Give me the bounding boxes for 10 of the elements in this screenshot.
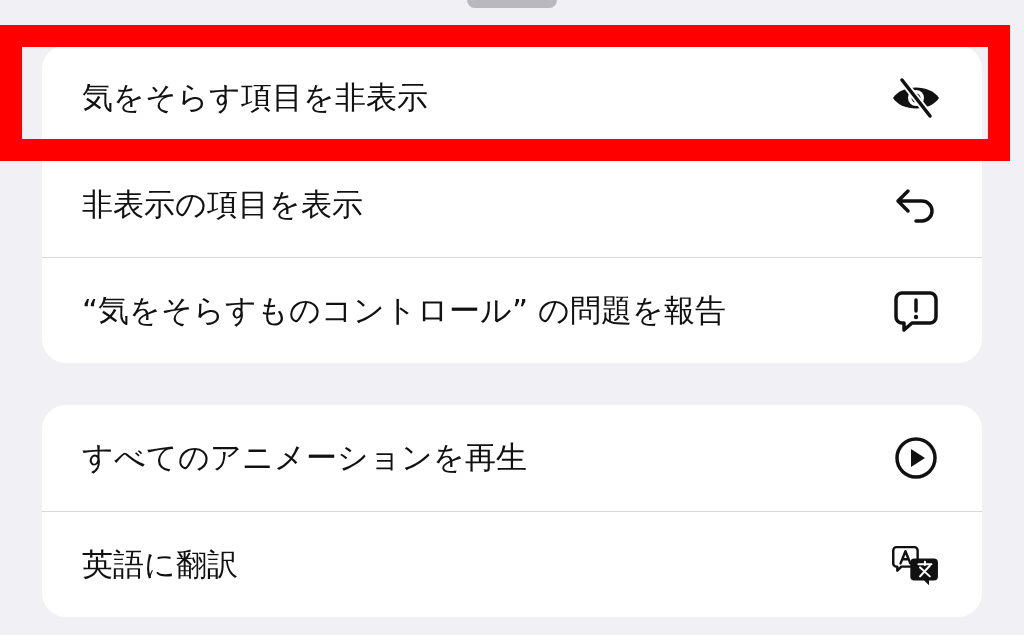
menu-item-label: 非表示の項目を表示 [82,184,363,224]
menu-item[interactable]: 非表示の項目を表示 [42,151,982,257]
menu-item[interactable]: 英語に翻訳 [42,511,982,617]
menu-item[interactable]: すべてのアニメーションを再生 [42,405,982,511]
menu-item-label: 英語に翻訳 [82,544,238,584]
menu-item-label: 気をそらす項目を非表示 [82,78,428,117]
menu-item[interactable]: 気をそらす項目を非表示 [42,45,982,151]
menu-item-label: すべてのアニメーションを再生 [82,438,527,477]
menu-item[interactable]: “気をそらすものコントロール” の問題を報告 [42,257,982,363]
menu-item-label: “気をそらすものコントロール” の問題を報告 [82,290,726,330]
